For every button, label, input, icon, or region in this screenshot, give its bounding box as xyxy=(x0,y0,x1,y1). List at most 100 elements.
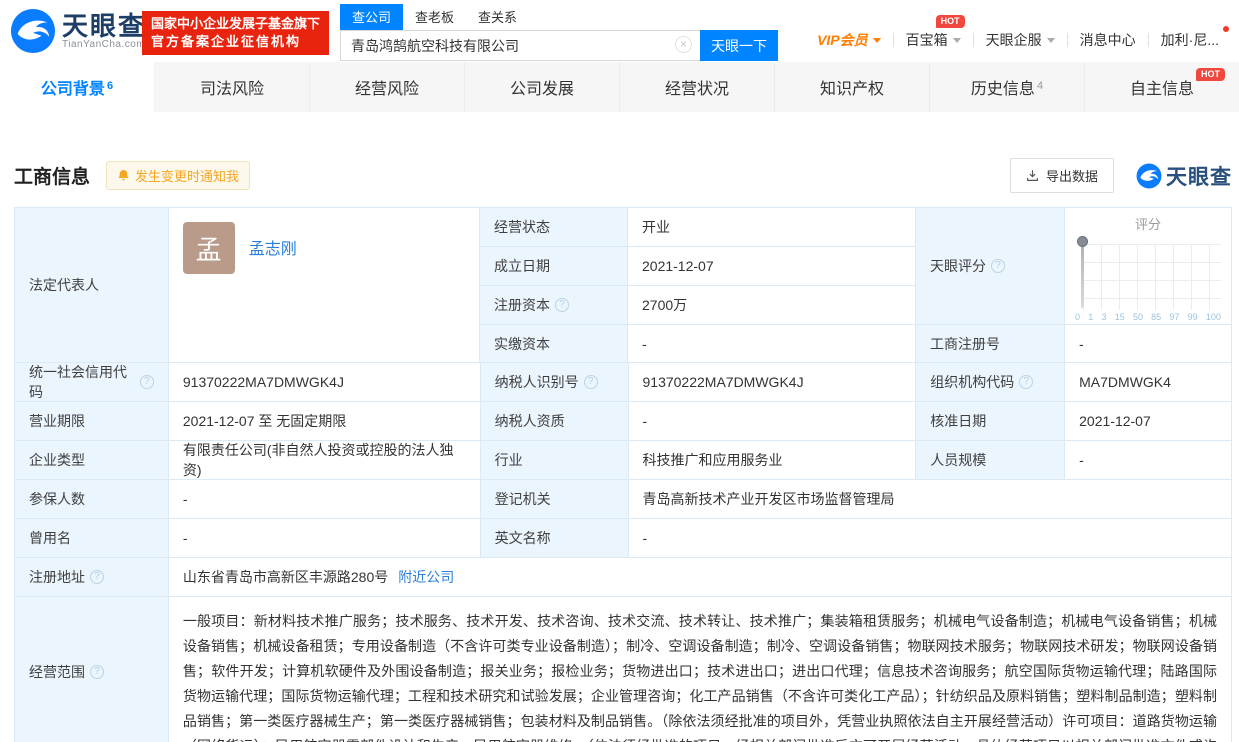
help-icon[interactable] xyxy=(583,375,598,389)
field-org-code-value: MA7DMWGK4 xyxy=(1065,363,1233,402)
field-approval-date-label: 核准日期 xyxy=(916,402,1066,441)
score-chart-title: 评分 xyxy=(1134,217,1161,232)
field-tianyan-score-label: 天眼评分 xyxy=(916,208,1065,325)
legal-rep-name-link[interactable]: 孟志刚 xyxy=(249,235,297,259)
tianyancha-swirl-icon xyxy=(1136,163,1162,189)
search-button[interactable]: 天眼一下 xyxy=(700,30,778,61)
help-icon[interactable] xyxy=(139,375,154,389)
field-english-name-value: - xyxy=(628,519,1233,558)
help-icon[interactable] xyxy=(1019,375,1034,389)
search-type-tabs: 查公司 查老板 查关系 xyxy=(340,4,778,30)
field-registry-value: 青岛高新技术产业开发区市场监督管理局 xyxy=(628,480,1233,519)
field-industry-value: 科技推广和应用服务业 xyxy=(628,441,917,480)
clear-search-icon[interactable]: × xyxy=(675,36,692,53)
score-slider-track xyxy=(1081,244,1084,308)
export-data-button[interactable]: 导出数据 xyxy=(1009,158,1114,193)
top-header: 天眼查 TianYanCha.com 国家中小企业发展子基金旗下 官方备案企业征… xyxy=(0,0,1239,62)
field-org-code-label: 组织机构代码 xyxy=(916,363,1066,402)
tab-self-published-info[interactable]: 自主信息 HOT xyxy=(1085,62,1239,112)
logo-domain-text: TianYanCha.com xyxy=(62,38,146,50)
notify-on-change-button[interactable]: 发生变更时通知我 xyxy=(106,161,251,190)
field-paid-capital-value: - xyxy=(628,325,916,363)
chevron-down-icon xyxy=(872,37,881,43)
field-reg-number-label: 工商注册号 xyxy=(916,325,1065,363)
tab-history-info[interactable]: 历史信息 4 xyxy=(930,62,1085,112)
field-scope-label: 经营范围 xyxy=(15,597,169,742)
field-legal-rep-value: 孟 孟志刚 xyxy=(168,208,480,363)
field-insured-count-label: 参保人数 xyxy=(15,480,169,519)
field-legal-rep-label: 法定代表人 xyxy=(15,208,169,363)
help-icon[interactable] xyxy=(90,664,104,679)
business-registration-table: 法定代表人 孟 孟志刚 经营状态 开业 成立日期 2021-12-07 注册资本 xyxy=(14,207,1233,742)
chevron-down-icon xyxy=(1046,37,1055,43)
help-icon[interactable] xyxy=(555,298,569,312)
vip-member-menu[interactable]: VIP会员 xyxy=(805,30,893,50)
nearby-companies-link[interactable]: 附近公司 xyxy=(398,567,454,587)
user-menu: VIP会员 HOT 百宝箱 天眼企服 消息中心 加利·尼... xyxy=(805,15,1231,50)
hot-badge: HOT xyxy=(1196,68,1225,81)
field-taxpayer-quality-label: 纳税人资质 xyxy=(480,402,629,441)
score-slider-pin xyxy=(1077,236,1088,247)
field-established-label: 成立日期 xyxy=(480,247,628,286)
enterprise-service-menu[interactable]: 天眼企服 xyxy=(974,30,1067,50)
field-taxpayer-quality-value: - xyxy=(628,402,917,441)
field-former-name-label: 曾用名 xyxy=(15,519,169,558)
government-endorsement-badge: 国家中小企业发展子基金旗下 官方备案企业征信机构 xyxy=(142,11,330,55)
tab-intellectual-property[interactable]: 知识产权 xyxy=(775,62,930,112)
field-english-name-label: 英文名称 xyxy=(480,519,629,558)
field-address-value: 山东省青岛市高新区丰源路280号 附近公司 xyxy=(168,558,1232,597)
help-icon[interactable] xyxy=(991,259,1005,273)
tianyan-score-chart[interactable]: 评分 0 1 3 15 50 85 97 99 100 xyxy=(1065,208,1232,325)
field-taxpayer-id-value: 91370222MA7DMWGK4J xyxy=(628,363,917,402)
field-paid-capital-label: 实缴资本 xyxy=(480,325,628,363)
field-approval-date-value: 2021-12-07 xyxy=(1065,402,1233,441)
download-icon xyxy=(1026,169,1039,182)
message-center-menu[interactable]: 消息中心 xyxy=(1068,30,1148,50)
search-tab-company[interactable]: 查公司 xyxy=(340,4,404,30)
field-status-label: 经营状态 xyxy=(480,208,628,247)
help-icon[interactable] xyxy=(90,570,104,584)
field-address-label: 注册地址 xyxy=(15,558,169,597)
tab-count: 4 xyxy=(1036,80,1044,92)
search-tab-boss[interactable]: 查老板 xyxy=(403,4,466,30)
search-input[interactable] xyxy=(340,30,700,61)
badge-line2: 官方备案企业征信机构 xyxy=(151,34,302,49)
field-company-type-value: 有限责任公司(非自然人投资或控股的法人独资) xyxy=(168,441,481,480)
field-status-value: 开业 xyxy=(628,208,916,247)
search-area: 查公司 查老板 查关系 × 天眼一下 xyxy=(340,4,778,61)
tab-count: 6 xyxy=(106,80,114,92)
tianyancha-watermark-logo: 天眼查 xyxy=(1136,161,1232,191)
company-section-tabs: 公司背景 6 司法风险 经营风险 公司发展 经营状况 知识产权 历史信息 4 自主信… xyxy=(0,62,1239,112)
field-registry-label: 登记机关 xyxy=(480,480,629,519)
business-info-title: 工商信息 xyxy=(14,167,91,188)
bell-icon xyxy=(117,169,130,182)
field-reg-number-value: - xyxy=(1065,325,1232,363)
field-industry-label: 行业 xyxy=(480,441,629,480)
field-established-value: 2021-12-07 xyxy=(628,247,916,286)
tianyancha-swirl-icon xyxy=(10,8,56,54)
tianyancha-logo[interactable]: 天眼查 TianYanCha.com xyxy=(10,8,146,54)
field-reg-capital-value: 2700万 xyxy=(628,286,916,325)
tab-company-development[interactable]: 公司发展 xyxy=(465,62,620,112)
toolbox-menu[interactable]: HOT 百宝箱 xyxy=(894,15,973,50)
tab-operating-risk[interactable]: 经营风险 xyxy=(310,62,465,112)
tab-company-background[interactable]: 公司背景 6 xyxy=(0,62,155,112)
hot-badge: HOT xyxy=(935,15,965,28)
field-former-name-value: - xyxy=(168,519,481,558)
score-axis-ticks: 0 1 3 15 50 85 97 99 100 xyxy=(1075,312,1221,322)
field-staff-size-label: 人员规模 xyxy=(916,441,1066,480)
username-menu[interactable]: 加利·尼... xyxy=(1149,26,1231,50)
score-chart-plot xyxy=(1077,236,1221,310)
tab-judicial-risk[interactable]: 司法风险 xyxy=(155,62,310,112)
tab-operating-status[interactable]: 经营状况 xyxy=(620,62,775,112)
field-reg-capital-label: 注册资本 xyxy=(480,286,628,325)
field-term-label: 营业期限 xyxy=(15,402,169,441)
chevron-down-icon xyxy=(952,37,961,43)
field-taxpayer-id-label: 纳税人识别号 xyxy=(480,363,629,402)
field-term-value: 2021-12-07 至 无固定期限 xyxy=(168,402,481,441)
badge-line1: 国家中小企业发展子基金旗下 xyxy=(151,16,321,31)
field-scope-value: 一般项目：新材料技术推广服务；技术服务、技术开发、技术咨询、技术交流、技术转让、… xyxy=(169,597,1232,742)
legal-rep-avatar[interactable]: 孟 xyxy=(182,222,235,274)
search-tab-relation[interactable]: 查关系 xyxy=(466,4,529,30)
field-company-type-label: 企业类型 xyxy=(15,441,169,480)
